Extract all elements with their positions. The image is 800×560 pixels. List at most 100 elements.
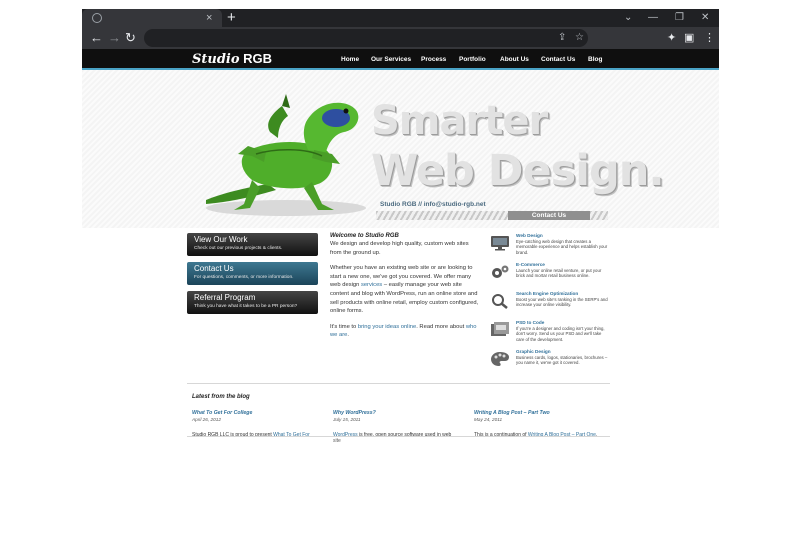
view-our-work-button[interactable]: View Our Work Check out our previous pro… bbox=[187, 233, 318, 256]
nav-home[interactable]: Home bbox=[341, 55, 359, 64]
service-desc: Business cards, logos, stationaries, bro… bbox=[516, 354, 608, 366]
blog-post-date: April 26, 2012 bbox=[192, 417, 221, 422]
minimize-icon[interactable]: — bbox=[648, 11, 658, 25]
section-divider bbox=[187, 436, 610, 437]
welcome-paragraph-2: Whether you have an existing web site or… bbox=[330, 264, 480, 316]
site-logo[interactable]: Studio RGB bbox=[192, 51, 272, 68]
excerpt-link[interactable]: What To Get For bbox=[273, 432, 310, 438]
blog-post-date: May 24, 2011 bbox=[474, 417, 503, 422]
reload-icon[interactable]: ↻ bbox=[125, 30, 136, 46]
logo-studio-text: Studio bbox=[192, 52, 240, 67]
nav-process[interactable]: Process bbox=[421, 55, 446, 64]
welcome-heading: Welcome to Studio RGB bbox=[330, 233, 399, 239]
service-title[interactable]: E-Commerce bbox=[516, 262, 545, 267]
loading-favicon-icon bbox=[92, 13, 102, 23]
service-text: PSD to Code If you're a designer and codi… bbox=[516, 320, 608, 342]
welcome-paragraph-1: We design and develop high quality, cust… bbox=[330, 241, 469, 256]
section-divider bbox=[187, 383, 610, 384]
new-tab-icon[interactable]: + bbox=[227, 9, 236, 27]
blog-post-date: July 15, 2011 bbox=[333, 417, 361, 422]
service-web-design[interactable]: Web Design Eye-catching web design that c… bbox=[490, 233, 608, 261]
service-seo[interactable]: Search Engine Optimization Boost your web… bbox=[490, 291, 608, 319]
welcome-paragraph-3: It's time to bring your ideas online. Re… bbox=[330, 323, 480, 340]
services-link[interactable]: services bbox=[361, 282, 382, 288]
service-title[interactable]: Web Design bbox=[516, 233, 543, 238]
hero-banner: Smarter Web Design. Studio RGB // info@s… bbox=[82, 70, 719, 228]
share-icon[interactable]: ⇪ bbox=[558, 31, 566, 45]
side-panel-icon[interactable]: ▣ bbox=[684, 30, 694, 46]
tab-strip: × + ⌄ — ❐ ✕ bbox=[82, 9, 719, 27]
service-text: Search Engine Optimization Boost your web… bbox=[516, 291, 608, 308]
service-text: Graphic Design Business cards, logos, sta… bbox=[516, 349, 608, 366]
nav-our-services[interactable]: Our Services bbox=[371, 55, 411, 64]
blog-post-title[interactable]: What To Get For College bbox=[192, 410, 317, 417]
site-header: Studio RGB Home Our Services Process Por… bbox=[82, 49, 719, 70]
service-psd-to-code[interactable]: PSD to Code If you're a designer and codi… bbox=[490, 320, 605, 348]
service-desc: If you're a designer and coding isn't yo… bbox=[516, 325, 605, 342]
contact-email[interactable]: // info@studio-rgb.net bbox=[418, 201, 485, 208]
browser-tab[interactable]: × bbox=[82, 9, 222, 27]
referral-program-button[interactable]: Referral Program Think you have what it … bbox=[187, 291, 318, 314]
contact-studio-label: Studio RGB // info@studio-rgb.net bbox=[380, 200, 486, 210]
service-ecommerce[interactable]: E-Commerce Launch your online retail vent… bbox=[490, 262, 605, 290]
blog-post-excerpt: This is a continuation of Writing A Blog… bbox=[474, 432, 599, 438]
palette-icon bbox=[491, 352, 509, 366]
forward-icon[interactable]: → bbox=[108, 30, 121, 46]
hero-headline-line1: Smarter bbox=[371, 98, 548, 144]
magnifier-icon bbox=[492, 294, 508, 309]
blog-post-title[interactable]: Why WordPress? bbox=[333, 410, 458, 417]
nav-contact-us[interactable]: Contact Us bbox=[541, 55, 575, 64]
browser-window: × + ⌄ — ❐ ✕ ← → ↻ ⇪ ☆ ✦ ▣ ⋮ Studio RGB H… bbox=[82, 9, 719, 560]
button-subtitle: For questions, comments, or more informa… bbox=[194, 275, 294, 280]
button-title: Contact Us bbox=[194, 264, 234, 273]
excerpt-link[interactable]: Writing A Blog Post – Part One bbox=[528, 432, 596, 438]
contact-studio-name: Studio RGB bbox=[380, 201, 417, 208]
bring-ideas-online-link[interactable]: bring your ideas online bbox=[358, 324, 416, 330]
monitor-icon bbox=[491, 236, 509, 251]
service-desc: Boost your web site's ranking in the SER… bbox=[516, 296, 608, 308]
bookmark-star-icon[interactable]: ☆ bbox=[575, 31, 584, 45]
browser-toolbar: ← → ↻ ⇪ ☆ ✦ ▣ ⋮ bbox=[82, 27, 719, 49]
service-title[interactable]: Search Engine Optimization bbox=[516, 291, 578, 296]
hero-contact-button[interactable]: Contact Us bbox=[508, 211, 590, 220]
close-window-icon[interactable]: ✕ bbox=[701, 11, 709, 25]
hero-contact-strip: Studio RGB // info@studio-rgb.net Contac… bbox=[376, 200, 608, 220]
blog-post-excerpt: Studio RGB LLC is proud to present What … bbox=[192, 432, 317, 438]
service-text: E-Commerce Launch your online retail vent… bbox=[516, 262, 608, 279]
address-bar[interactable]: ⇪ ☆ bbox=[144, 29, 588, 47]
extensions-icon[interactable]: ✦ bbox=[667, 30, 676, 46]
main-content: View Our Work Check out our previous pro… bbox=[82, 228, 719, 468]
logo-rgb-text: RGB bbox=[239, 51, 273, 66]
contact-us-button[interactable]: Contact Us For questions, comments, or m… bbox=[187, 262, 318, 285]
lizard-illustration bbox=[206, 94, 366, 216]
paragraph-text: . Read more about bbox=[416, 323, 466, 330]
service-graphic-design[interactable]: Graphic Design Business cards, logos, sta… bbox=[490, 349, 608, 377]
blog-heading: Latest from the blog bbox=[192, 394, 250, 400]
welcome-section: Welcome to Studio RGB We design and deve… bbox=[330, 232, 480, 347]
nav-blog[interactable]: Blog bbox=[588, 55, 602, 64]
service-title[interactable]: Graphic Design bbox=[516, 349, 551, 354]
excerpt-text: . bbox=[595, 432, 598, 438]
hero-headline-line2: Web Design. bbox=[371, 146, 665, 196]
service-desc: Eye-catching web design that creates a m… bbox=[516, 238, 608, 255]
blog-post: Writing A Blog Post – Part Two May 24, 2… bbox=[474, 410, 599, 438]
browser-menu-icon[interactable]: ⋮ bbox=[704, 30, 715, 46]
service-desc: Launch your online retail venture, or pu… bbox=[516, 267, 602, 279]
psd-icon bbox=[491, 322, 509, 336]
restore-icon[interactable]: ❐ bbox=[675, 11, 684, 25]
service-title[interactable]: PSD to Code bbox=[516, 320, 544, 325]
tab-close-icon[interactable]: × bbox=[206, 11, 212, 25]
nav-about-us[interactable]: About Us bbox=[500, 55, 529, 64]
page-fade-overlay bbox=[82, 439, 719, 560]
tab-search-icon[interactable]: ⌄ bbox=[624, 11, 632, 25]
excerpt-text: This is a continuation of bbox=[474, 432, 528, 438]
nav-portfolio[interactable]: Portfolio bbox=[459, 55, 486, 64]
blog-post: What To Get For College April 26, 2012 S… bbox=[192, 410, 317, 438]
back-icon[interactable]: ← bbox=[90, 30, 103, 46]
button-title: View Our Work bbox=[194, 235, 248, 244]
gears-icon bbox=[492, 265, 509, 278]
excerpt-text: Studio RGB LLC is proud to present bbox=[192, 432, 274, 438]
button-subtitle: Think you have what it takes to be a PR … bbox=[194, 304, 298, 309]
service-text: Web Design Eye-catching web design that c… bbox=[516, 233, 608, 255]
blog-post-title[interactable]: Writing A Blog Post – Part Two bbox=[474, 410, 599, 417]
